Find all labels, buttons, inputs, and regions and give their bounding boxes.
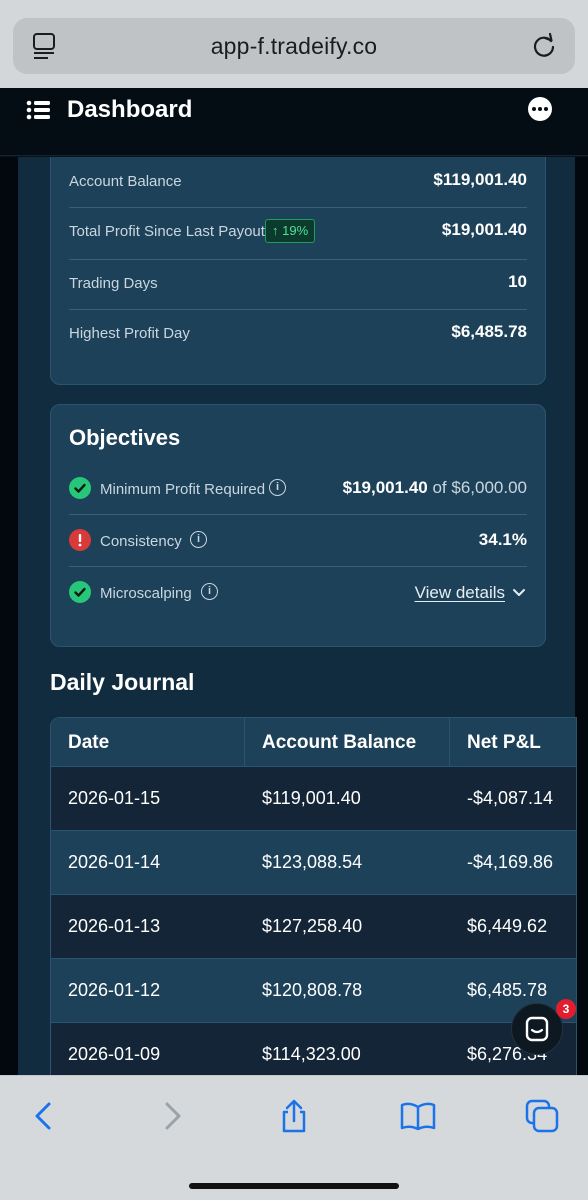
daily-journal-title: Daily Journal (50, 669, 195, 695)
app-header: Dashboard (0, 88, 588, 156)
account-stats-card: Account Balance $119,001.40 Total Profit… (50, 157, 546, 385)
objectives-title: Objectives (69, 425, 181, 450)
reload-icon[interactable] (529, 30, 559, 60)
content-panel: Account Balance $119,001.40 Total Profit… (18, 157, 577, 1075)
browser-top-bar: app-f.tradeify.co (0, 0, 588, 88)
column-divider (244, 718, 245, 767)
objective-microscalping: Microscalping i View details (69, 567, 527, 619)
column-header-pnl[interactable]: Net P&L (467, 732, 541, 754)
table-row[interactable]: 2026-01-12 $120,808.78 $6,485.78 (51, 959, 576, 1023)
table-row[interactable]: 2026-01-15 $119,001.40 -$4,087.14 (51, 767, 576, 831)
cell-date: 2026-01-09 (68, 1044, 161, 1064)
address-bar[interactable]: app-f.tradeify.co (13, 18, 575, 74)
stat-row-account-balance: Account Balance $119,001.40 (69, 158, 527, 208)
info-icon[interactable]: i (190, 531, 207, 548)
stat-label: Account Balance (69, 173, 182, 190)
cell-balance: $127,258.40 (262, 916, 363, 936)
objective-current: $19,001.40 (342, 478, 428, 497)
objective-label: Microscalping (100, 585, 192, 602)
objective-value: 34.1% (478, 530, 527, 549)
url-text[interactable]: app-f.tradeify.co (13, 33, 575, 60)
daily-journal-table[interactable]: Date Account Balance Net P&L 2026-01-15 … (50, 717, 577, 1075)
forward-icon[interactable] (153, 1098, 189, 1134)
cell-pnl: $6,449.62 (467, 916, 548, 936)
check-circle-icon (69, 477, 91, 499)
page-title: Dashboard (67, 96, 193, 123)
share-icon[interactable] (276, 1098, 312, 1134)
stat-value: $119,001.40 (433, 170, 527, 189)
tabs-icon[interactable] (524, 1098, 560, 1134)
stat-value: 10 (508, 272, 527, 291)
table-header: Date Account Balance Net P&L (51, 718, 576, 767)
stat-label: Highest Profit Day (69, 325, 190, 342)
stat-row-total-profit: Total Profit Since Last Payout ↑ 19% $19… (69, 208, 527, 260)
objective-label: Minimum Profit Required (100, 481, 266, 498)
cell-balance: $114,323.00 (262, 1044, 361, 1064)
cell-pnl: $6,485.78 (467, 980, 548, 1000)
table-row[interactable]: 2026-01-14 $123,088.54 -$4,169.86 (51, 831, 576, 895)
stat-row-trading-days: Trading Days 10 (69, 260, 527, 310)
back-icon[interactable] (27, 1098, 63, 1134)
info-icon[interactable]: i (269, 479, 286, 496)
column-header-balance[interactable]: Account Balance (262, 732, 416, 754)
cell-balance: $119,001.40 (262, 788, 361, 808)
cell-pnl: -$4,087.14 (467, 788, 554, 808)
alert-circle-icon (69, 529, 91, 551)
stat-value: $6,485.78 (451, 322, 527, 341)
stat-row-highest-profit-day: Highest Profit Day $6,485.78 (69, 310, 527, 360)
check-circle-icon (69, 581, 91, 603)
objective-consistency: Consistency i 34.1% (69, 515, 527, 567)
cell-date: 2026-01-15 (68, 788, 161, 808)
stat-value: $19,001.40 (441, 220, 527, 239)
menu-icon[interactable] (26, 99, 50, 121)
more-icon[interactable] (528, 97, 552, 121)
view-details-link[interactable]: View details (415, 583, 505, 603)
cell-pnl: -$4,169.86 (467, 852, 554, 872)
profit-percent-badge: ↑ 19% (265, 219, 316, 243)
objective-label: Consistency (100, 533, 182, 550)
cell-balance: $120,808.78 (262, 980, 363, 1000)
home-indicator (189, 1183, 399, 1189)
stat-label: Trading Days (69, 275, 158, 292)
cell-date: 2026-01-12 (68, 980, 161, 1000)
objective-min-profit: Minimum Profit Required i $19,001.40 of … (69, 463, 527, 515)
objective-value: $19,001.40 of $6,000.00 (343, 478, 527, 498)
stat-label: Total Profit Since Last Payout (69, 223, 265, 240)
column-divider (449, 718, 450, 767)
cell-balance: $123,088.54 (262, 852, 363, 872)
objective-target: of $6,000.00 (432, 478, 527, 497)
info-icon[interactable]: i (201, 583, 218, 600)
chat-unread-badge: 3 (556, 999, 576, 1019)
bookmarks-icon[interactable] (400, 1098, 436, 1134)
objectives-card: Objectives Minimum Profit Required i $19… (50, 404, 546, 647)
cell-date: 2026-01-14 (68, 852, 161, 872)
table-row[interactable]: 2026-01-13 $127,258.40 $6,449.62 (51, 895, 576, 959)
cell-date: 2026-01-13 (68, 916, 161, 936)
main-content[interactable]: Account Balance $119,001.40 Total Profit… (0, 157, 588, 1075)
chevron-down-icon[interactable] (511, 584, 527, 600)
browser-bottom-toolbar (0, 1075, 588, 1200)
table-row[interactable]: 2026-01-09 $114,323.00 $6,276.34 (51, 1023, 576, 1075)
column-header-date[interactable]: Date (68, 732, 109, 754)
